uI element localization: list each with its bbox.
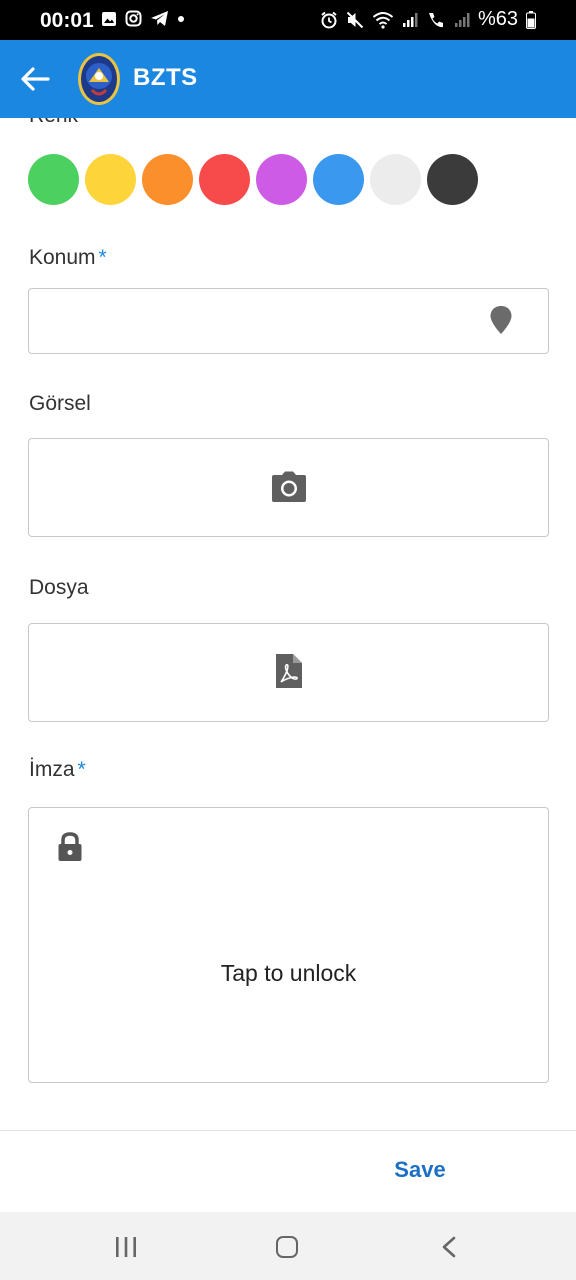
color-swatch-yellow[interactable]: [85, 154, 136, 205]
camera-icon[interactable]: [271, 471, 307, 503]
color-swatch-green[interactable]: [28, 154, 79, 205]
signature-label: İmza *: [29, 758, 86, 782]
location-label: Konum *: [29, 246, 107, 270]
alarm-icon: [321, 11, 337, 28]
required-mark: *: [77, 758, 86, 781]
color-swatch-orange[interactable]: [142, 154, 193, 205]
back-nav-icon[interactable]: [440, 1236, 458, 1258]
system-nav-bar: [0, 1212, 576, 1280]
gallery-icon: [102, 11, 116, 26]
required-mark: *: [98, 246, 107, 269]
color-swatch-light-gray[interactable]: [370, 154, 421, 205]
battery-icon: [526, 10, 536, 29]
lock-icon[interactable]: [57, 832, 83, 862]
tap-to-unlock-text[interactable]: Tap to unlock: [29, 960, 548, 987]
color-swatch-purple[interactable]: [256, 154, 307, 205]
status-time: 00:01: [40, 9, 94, 32]
instagram-icon: [125, 10, 142, 27]
signal-icon: [454, 12, 470, 27]
app-bar: BZTS: [0, 40, 576, 118]
mute-icon: [346, 11, 364, 28]
call-icon: [428, 12, 443, 27]
file-label: Dosya: [29, 576, 89, 599]
location-field[interactable]: [28, 288, 549, 354]
signature-label-text: İmza: [29, 758, 75, 781]
municipality-logo: [78, 53, 120, 105]
status-right-icons: %63: [320, 8, 536, 31]
image-label: Görsel: [29, 392, 91, 415]
color-swatch-red[interactable]: [199, 154, 250, 205]
bottom-action-bar: Save: [0, 1130, 576, 1213]
location-pin-icon[interactable]: [489, 305, 513, 335]
pdf-file-icon[interactable]: [275, 653, 303, 689]
telegram-icon: [151, 11, 168, 26]
signal-icon: [402, 12, 418, 27]
arrow-left-icon[interactable]: [18, 62, 52, 96]
status-bar: 00:01 %63: [0, 0, 576, 40]
home-icon[interactable]: [276, 1236, 298, 1258]
image-upload-field[interactable]: [28, 438, 549, 537]
battery-percent: %63: [477, 8, 518, 30]
logo-emblem-icon: [86, 63, 112, 96]
dot-icon: [178, 15, 184, 22]
location-label-text: Konum: [29, 246, 96, 269]
app-title: BZTS: [133, 64, 198, 91]
signature-pad[interactable]: Tap to unlock: [28, 807, 549, 1083]
form-content: Renk Konum* Görsel Dosya: [0, 118, 576, 1130]
color-picker: [28, 154, 478, 205]
status-left-icons: [101, 10, 185, 27]
color-swatch-dark-gray[interactable]: [427, 154, 478, 205]
color-swatch-blue[interactable]: [313, 154, 364, 205]
wifi-icon: [372, 11, 394, 29]
save-button[interactable]: Save: [370, 1157, 470, 1183]
recent-apps-icon[interactable]: [113, 1237, 139, 1257]
file-upload-field[interactable]: [28, 623, 549, 722]
color-label: Renk: [29, 118, 78, 128]
